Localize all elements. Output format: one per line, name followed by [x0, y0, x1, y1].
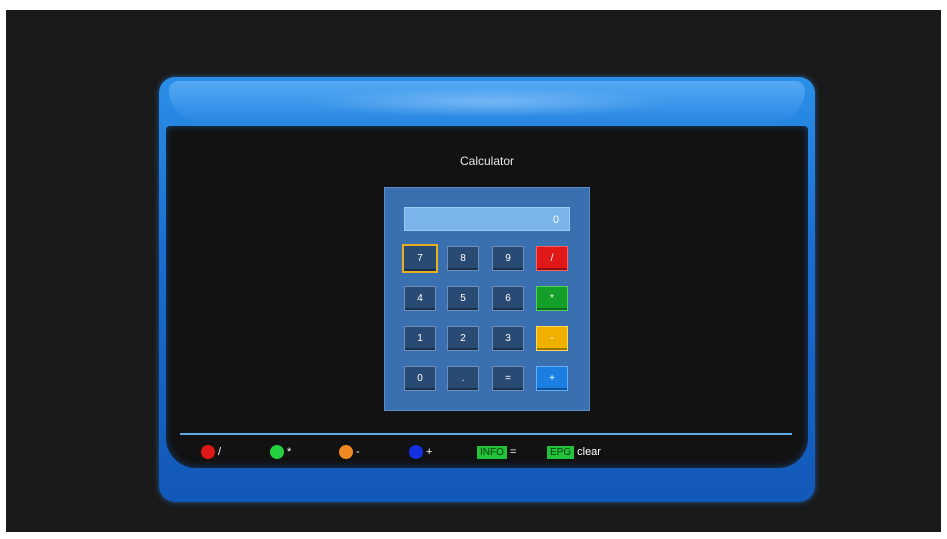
legend-info: INFO = [477, 444, 516, 460]
legend-orange-label: - [356, 446, 360, 458]
calculator-panel: 0 7 8 9 / 4 5 6 * 1 2 3 - 0 . = + [384, 187, 590, 411]
epg-key-tag: EPG [547, 445, 575, 459]
legend-info-label: = [509, 446, 517, 458]
legend-red-label: / [218, 446, 222, 458]
legend-red: / [201, 444, 221, 460]
legend-blue: + [409, 444, 432, 460]
calculator-display: 0 [404, 207, 570, 231]
key-multiply[interactable]: * [536, 286, 568, 311]
key-1[interactable]: 1 [404, 326, 436, 351]
legend-divider [180, 433, 792, 435]
legend-blue-label: + [426, 446, 433, 458]
key-subtract[interactable]: - [536, 326, 568, 351]
orange-dot-icon [339, 445, 353, 459]
legend-epg-label: clear [577, 446, 601, 458]
key-add[interactable]: + [536, 366, 568, 391]
red-dot-icon [201, 445, 215, 459]
page-title: Calculator [459, 154, 515, 168]
content-panel: Calculator 0 7 8 9 / 4 5 6 * 1 2 3 - 0 .… [166, 126, 808, 468]
key-equals[interactable]: = [492, 366, 524, 391]
key-6[interactable]: 6 [492, 286, 524, 311]
key-decimal[interactable]: . [447, 366, 479, 391]
blue-dot-icon [409, 445, 423, 459]
key-7[interactable]: 7 [402, 244, 438, 273]
legend-orange: - [339, 444, 360, 460]
key-9[interactable]: 9 [492, 246, 524, 271]
legend-green: * [270, 444, 291, 460]
window-frame: Calculator 0 7 8 9 / 4 5 6 * 1 2 3 - 0 .… [159, 77, 815, 502]
legend-green-label: * [287, 446, 292, 458]
key-5[interactable]: 5 [447, 286, 479, 311]
key-2[interactable]: 2 [447, 326, 479, 351]
green-dot-icon [270, 445, 284, 459]
info-key-tag: INFO [477, 445, 507, 459]
key-8[interactable]: 8 [447, 246, 479, 271]
key-divide[interactable]: / [536, 246, 568, 271]
legend-epg: EPG clear [547, 444, 601, 460]
key-0[interactable]: 0 [404, 366, 436, 391]
frame-header-swoosh [309, 87, 669, 117]
key-3[interactable]: 3 [492, 326, 524, 351]
tv-screen: Calculator 0 7 8 9 / 4 5 6 * 1 2 3 - 0 .… [6, 10, 941, 532]
key-4[interactable]: 4 [404, 286, 436, 311]
